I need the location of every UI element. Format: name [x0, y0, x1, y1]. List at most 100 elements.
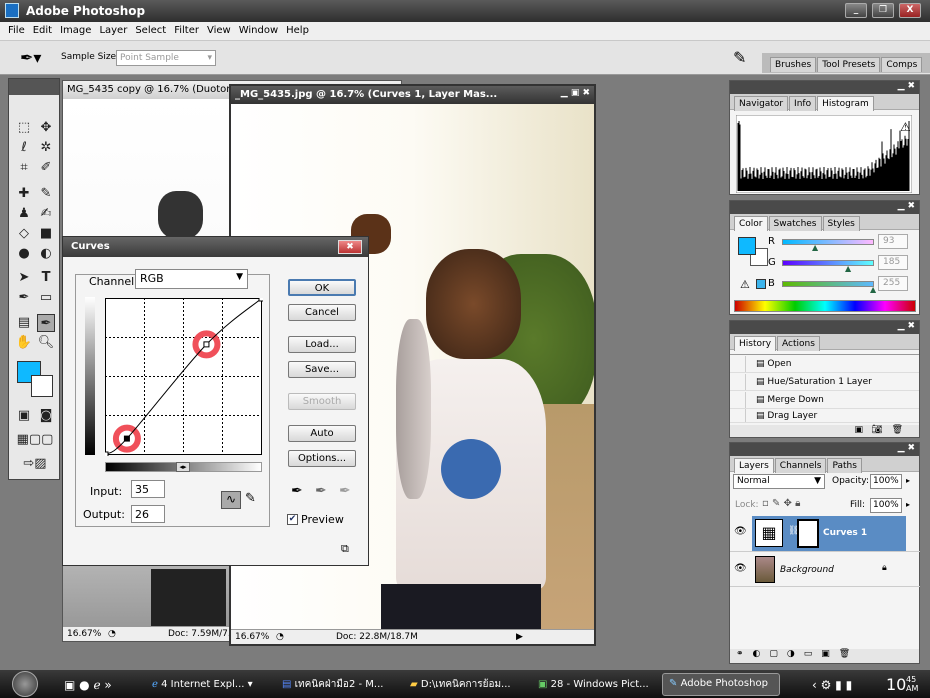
zoom-level[interactable]: 16.67% — [63, 629, 108, 639]
zoom-tool-icon[interactable]: 🔍︎ — [37, 334, 55, 352]
sample-size-select[interactable]: Point Sample ▾ — [116, 50, 216, 66]
history-item[interactable]: ▤ Drag Layer — [730, 409, 919, 423]
tab-tool-presets[interactable]: Tool Presets — [817, 57, 881, 72]
tab-comps[interactable]: Comps — [881, 57, 923, 72]
standard-mode-icon[interactable]: ▣ — [15, 407, 33, 425]
menu-window[interactable]: Window — [235, 22, 282, 40]
marquee-tool-icon[interactable]: ⬚ — [15, 119, 33, 137]
move-tool-icon[interactable]: ✥ — [37, 119, 55, 137]
taskbar-item-folder[interactable]: ▰ D:\เทคนิคการย้อม... — [410, 675, 530, 695]
tab-brushes[interactable]: Brushes — [770, 57, 817, 72]
load-button[interactable]: Load... — [288, 336, 356, 353]
tab-color[interactable]: Color — [734, 216, 768, 231]
dodge-tool-icon[interactable]: ◐ — [37, 245, 55, 263]
gray-eyedropper-icon[interactable]: ✒ — [315, 483, 327, 499]
tab-info[interactable]: Info — [789, 96, 817, 111]
dialog-close-button[interactable]: ✖ — [338, 240, 362, 254]
tab-navigator[interactable]: Navigator — [734, 96, 789, 111]
fill-field[interactable]: 100% — [870, 498, 902, 513]
document-window-controls[interactable]: ▁ ▣ ✖ — [510, 88, 590, 98]
panel-controls[interactable]: ▁ ✖ — [730, 443, 919, 456]
menu-file[interactable]: File — [4, 22, 29, 40]
options-button[interactable]: Options... — [288, 450, 356, 467]
crop-tool-icon[interactable]: ⌗ — [15, 159, 33, 177]
lasso-tool-icon[interactable]: ℓ — [15, 139, 33, 157]
curves-graph[interactable] — [105, 298, 263, 456]
save-button[interactable]: Save... — [288, 361, 356, 378]
menu-select[interactable]: Select — [131, 22, 170, 40]
minimize-button[interactable]: _ — [845, 3, 867, 18]
fill-arrow-icon[interactable]: ▸ — [906, 500, 910, 509]
smooth-button[interactable]: Smooth — [288, 393, 356, 410]
black-eyedropper-icon[interactable]: ✒ — [291, 483, 303, 499]
tab-histogram[interactable]: Histogram — [817, 96, 874, 111]
lock-icons[interactable]: ▫ ✎ ✥ 🔒︎ — [762, 498, 800, 509]
ok-button[interactable]: OK — [288, 279, 356, 296]
output-field[interactable]: 26 — [131, 505, 165, 523]
notes-tool-icon[interactable]: ▤ — [15, 314, 33, 332]
menu-layer[interactable]: Layer — [95, 22, 131, 40]
panel-controls[interactable]: ▁ ✖ — [730, 81, 919, 94]
jump-to-imageready-icon[interactable]: ⇨▨ — [15, 455, 55, 473]
white-eyedropper-icon[interactable]: ✒ — [339, 483, 351, 499]
path-selection-tool-icon[interactable]: ➤ — [15, 269, 33, 287]
panel-controls[interactable]: ▁ ✖ — [730, 321, 919, 334]
clone-stamp-tool-icon[interactable]: ♟ — [15, 205, 33, 223]
r-value[interactable]: 93 — [878, 234, 908, 249]
taskbar-item-picture-viewer[interactable]: ▣ 28 - Windows Pict... — [538, 675, 658, 695]
curve-point[interactable] — [258, 298, 263, 302]
color-ramp[interactable] — [734, 300, 916, 312]
palette-well-icon[interactable]: ✎ — [733, 48, 746, 67]
web-color-swatch[interactable] — [756, 279, 766, 289]
cancel-button[interactable]: Cancel — [288, 304, 356, 321]
g-slider-thumb[interactable]: ▲ — [845, 264, 851, 273]
start-button[interactable] — [12, 671, 38, 697]
opacity-field[interactable]: 100% — [870, 474, 902, 489]
b-value[interactable]: 255 — [878, 276, 908, 291]
shape-tool-icon[interactable]: ▭ — [37, 289, 55, 307]
tab-channels[interactable]: Channels — [774, 458, 827, 473]
slice-tool-icon[interactable]: ✐ — [37, 159, 55, 177]
tab-layers[interactable]: Layers — [734, 458, 774, 473]
visibility-eye-icon[interactable]: 👁︎ — [734, 563, 747, 574]
quick-mask-mode-icon[interactable]: ◙ — [37, 407, 55, 425]
eraser-tool-icon[interactable]: ◇ — [15, 225, 33, 243]
channel-select[interactable]: RGB ▼ — [135, 269, 248, 289]
status-icon[interactable]: ◔ — [276, 632, 296, 642]
blur-tool-icon[interactable]: ● — [15, 245, 33, 263]
blend-mode-select[interactable]: Normal ▼ — [733, 474, 825, 489]
menu-image[interactable]: Image — [56, 22, 95, 40]
layer-row-curves[interactable]: 👁︎ ▦ ⛓ Curves 1 — [730, 516, 920, 552]
eyedropper-tool-icon[interactable]: ✒ — [37, 314, 55, 332]
menu-filter[interactable]: Filter — [170, 22, 203, 40]
curve-point[interactable] — [203, 341, 210, 348]
gradient-tool-icon[interactable]: ■ — [37, 225, 55, 243]
background-color-swatch[interactable] — [31, 375, 53, 397]
system-tray-icons[interactable]: ‹ ⚙ ▮ ▮ — [812, 675, 852, 695]
gamut-warning-icon[interactable]: ⚠ — [740, 278, 750, 291]
layer-row-background[interactable]: 👁︎ Background 🔒︎ — [730, 553, 920, 587]
curve-point[interactable] — [123, 435, 130, 442]
tab-swatches[interactable]: Swatches — [768, 216, 822, 231]
close-button[interactable]: X — [899, 3, 921, 18]
history-item[interactable]: ▤ Merge Down — [730, 391, 919, 409]
r-slider[interactable] — [782, 239, 874, 245]
tab-actions[interactable]: Actions — [777, 336, 820, 351]
taskbar-item-ie[interactable]: ℯ 4 Internet Expl... ▾ — [152, 675, 270, 695]
input-field[interactable]: 35 — [131, 480, 165, 498]
tab-paths[interactable]: Paths — [827, 458, 862, 473]
status-menu-arrow-icon[interactable]: ▶ — [516, 632, 523, 642]
eyedropper-tool-preset-icon[interactable]: ✒▾ — [20, 48, 41, 67]
brush-tool-icon[interactable]: ✎ — [37, 185, 55, 203]
r-slider-thumb[interactable]: ▲ — [812, 243, 818, 252]
panel-controls[interactable]: ▁ ✖ — [730, 201, 919, 214]
history-footer-buttons[interactable]: ▣ 📷︎ 🗑︎ — [730, 425, 919, 437]
taskbar-item-photoshop[interactable]: ✎ Adobe Photoshop — [662, 673, 780, 696]
history-item[interactable]: ▤ Open — [730, 355, 919, 373]
expand-dialog-icon[interactable]: ⧉ — [341, 542, 349, 556]
gradient-toggle-icon[interactable]: ◂▸ — [176, 462, 190, 472]
menu-edit[interactable]: Edit — [29, 22, 56, 40]
type-tool-icon[interactable]: T — [37, 269, 55, 287]
zoom-level[interactable]: 16.67% — [231, 632, 276, 642]
tab-styles[interactable]: Styles — [822, 216, 860, 231]
